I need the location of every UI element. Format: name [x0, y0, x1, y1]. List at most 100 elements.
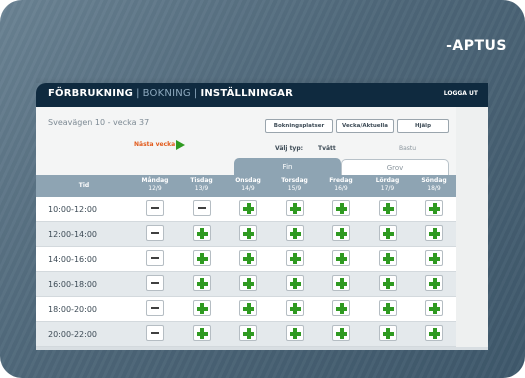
booked-minus-icon[interactable] [146, 225, 164, 241]
day-date: 14/9 [241, 185, 255, 192]
book-plus-icon[interactable] [285, 275, 304, 291]
slot-cell [332, 225, 352, 243]
slot-cell [192, 225, 213, 243]
book-plus-icon[interactable] [378, 275, 397, 291]
plus-shape [429, 303, 440, 314]
slot-cell [146, 200, 166, 218]
plus-shape [382, 278, 394, 289]
book-plus-icon[interactable] [378, 200, 397, 216]
nav-item-forbrukning[interactable]: FÖRBRUKNING [48, 88, 133, 99]
time-slot-label: 10:00-12:00 [48, 205, 97, 214]
plus-shape [382, 228, 394, 239]
slot-cell [239, 325, 259, 343]
booked-minus-icon[interactable] [146, 200, 164, 216]
slot-cell [332, 250, 352, 268]
book-plus-icon[interactable] [378, 225, 397, 241]
book-plus-icon[interactable] [332, 250, 350, 266]
book-plus-icon[interactable] [378, 300, 397, 316]
tab-grov[interactable]: Grov [341, 159, 449, 175]
plus-horizontal [382, 306, 394, 311]
book-plus-icon[interactable] [192, 225, 211, 241]
plus-horizontal [289, 206, 301, 211]
table-row: 18:00-20:00 [36, 297, 456, 322]
book-plus-icon[interactable] [425, 225, 443, 241]
type-laundry[interactable]: Tvätt [318, 145, 336, 152]
slot-cell [285, 325, 306, 343]
time-slot-label: 18:00-20:00 [48, 305, 97, 314]
book-plus-icon[interactable] [332, 325, 350, 341]
book-plus-icon[interactable] [239, 250, 257, 266]
help-button[interactable]: Hjälp [397, 119, 449, 133]
plus-shape [289, 253, 301, 264]
book-plus-icon[interactable] [332, 200, 350, 216]
book-plus-icon[interactable] [239, 225, 257, 241]
book-plus-icon[interactable] [425, 275, 443, 291]
booked-minus-icon[interactable] [146, 250, 164, 266]
next-week-link[interactable]: Nästa vecka [134, 141, 175, 148]
book-plus-icon[interactable] [332, 225, 350, 241]
table-row: 10:00-12:00 [36, 197, 456, 222]
plus-shape [243, 228, 254, 239]
scroll-sidebar [456, 107, 488, 347]
slot-cell [192, 275, 213, 293]
logout-link[interactable]: LOGGA UT [444, 90, 478, 97]
slot-cell [425, 200, 445, 218]
book-plus-icon[interactable] [192, 300, 211, 316]
nav-item-installningar[interactable]: INSTÄLLNINGAR [200, 88, 293, 99]
book-plus-icon[interactable] [425, 300, 443, 316]
plus-horizontal [289, 231, 301, 236]
book-plus-icon[interactable] [378, 250, 397, 266]
plus-shape [336, 228, 347, 239]
plus-horizontal [289, 331, 301, 336]
book-plus-icon[interactable] [192, 250, 211, 266]
book-plus-icon[interactable] [192, 325, 211, 341]
plus-horizontal [382, 256, 394, 261]
plus-shape [429, 278, 440, 289]
plus-shape [243, 328, 254, 339]
next-week-arrow-icon[interactable] [176, 140, 185, 150]
book-plus-icon[interactable] [192, 275, 211, 291]
plus-shape [429, 253, 440, 264]
plus-shape [243, 278, 254, 289]
booked-minus-icon[interactable] [146, 300, 164, 316]
book-plus-icon[interactable] [239, 275, 257, 291]
book-plus-icon[interactable] [285, 225, 304, 241]
day-column-header: Tisdag 13/9 [177, 177, 227, 193]
book-plus-icon[interactable] [239, 325, 257, 341]
day-column-header: Torsdag 15/9 [270, 177, 320, 193]
plus-horizontal [196, 331, 208, 336]
plus-shape [243, 303, 254, 314]
book-plus-icon[interactable] [425, 200, 443, 216]
plus-horizontal [336, 206, 347, 211]
plus-horizontal [429, 256, 440, 261]
book-plus-icon[interactable] [239, 300, 257, 316]
plus-horizontal [429, 306, 440, 311]
book-plus-icon[interactable] [425, 325, 443, 341]
book-plus-icon[interactable] [425, 250, 443, 266]
book-plus-icon[interactable] [332, 300, 350, 316]
nav-item-bokning[interactable]: BOKNING [143, 88, 191, 99]
slot-cell [239, 225, 259, 243]
slot-cell [332, 300, 352, 318]
tab-fin[interactable]: Fin [234, 158, 341, 175]
book-plus-icon[interactable] [285, 250, 304, 266]
week-view-button[interactable]: Vecka/Aktuella [336, 119, 394, 133]
slot-cell [425, 300, 445, 318]
plus-shape [196, 253, 208, 264]
booked-minus-icon[interactable] [146, 325, 164, 341]
booking-rules-button[interactable]: Bokningsplatser [265, 119, 333, 133]
booked-minus-icon[interactable] [146, 275, 164, 291]
book-plus-icon[interactable] [285, 300, 304, 316]
plus-horizontal [289, 306, 301, 311]
plus-horizontal [382, 206, 394, 211]
book-plus-icon[interactable] [378, 325, 397, 341]
type-sauna[interactable]: Bastu [399, 145, 416, 152]
booked-minus-icon[interactable] [192, 200, 211, 216]
book-plus-icon[interactable] [285, 200, 304, 216]
time-column-header: Tid [78, 182, 90, 189]
book-plus-icon[interactable] [332, 275, 350, 291]
book-plus-icon[interactable] [285, 325, 304, 341]
slot-cell [332, 200, 352, 218]
slot-cell [192, 250, 213, 268]
book-plus-icon[interactable] [239, 200, 257, 216]
